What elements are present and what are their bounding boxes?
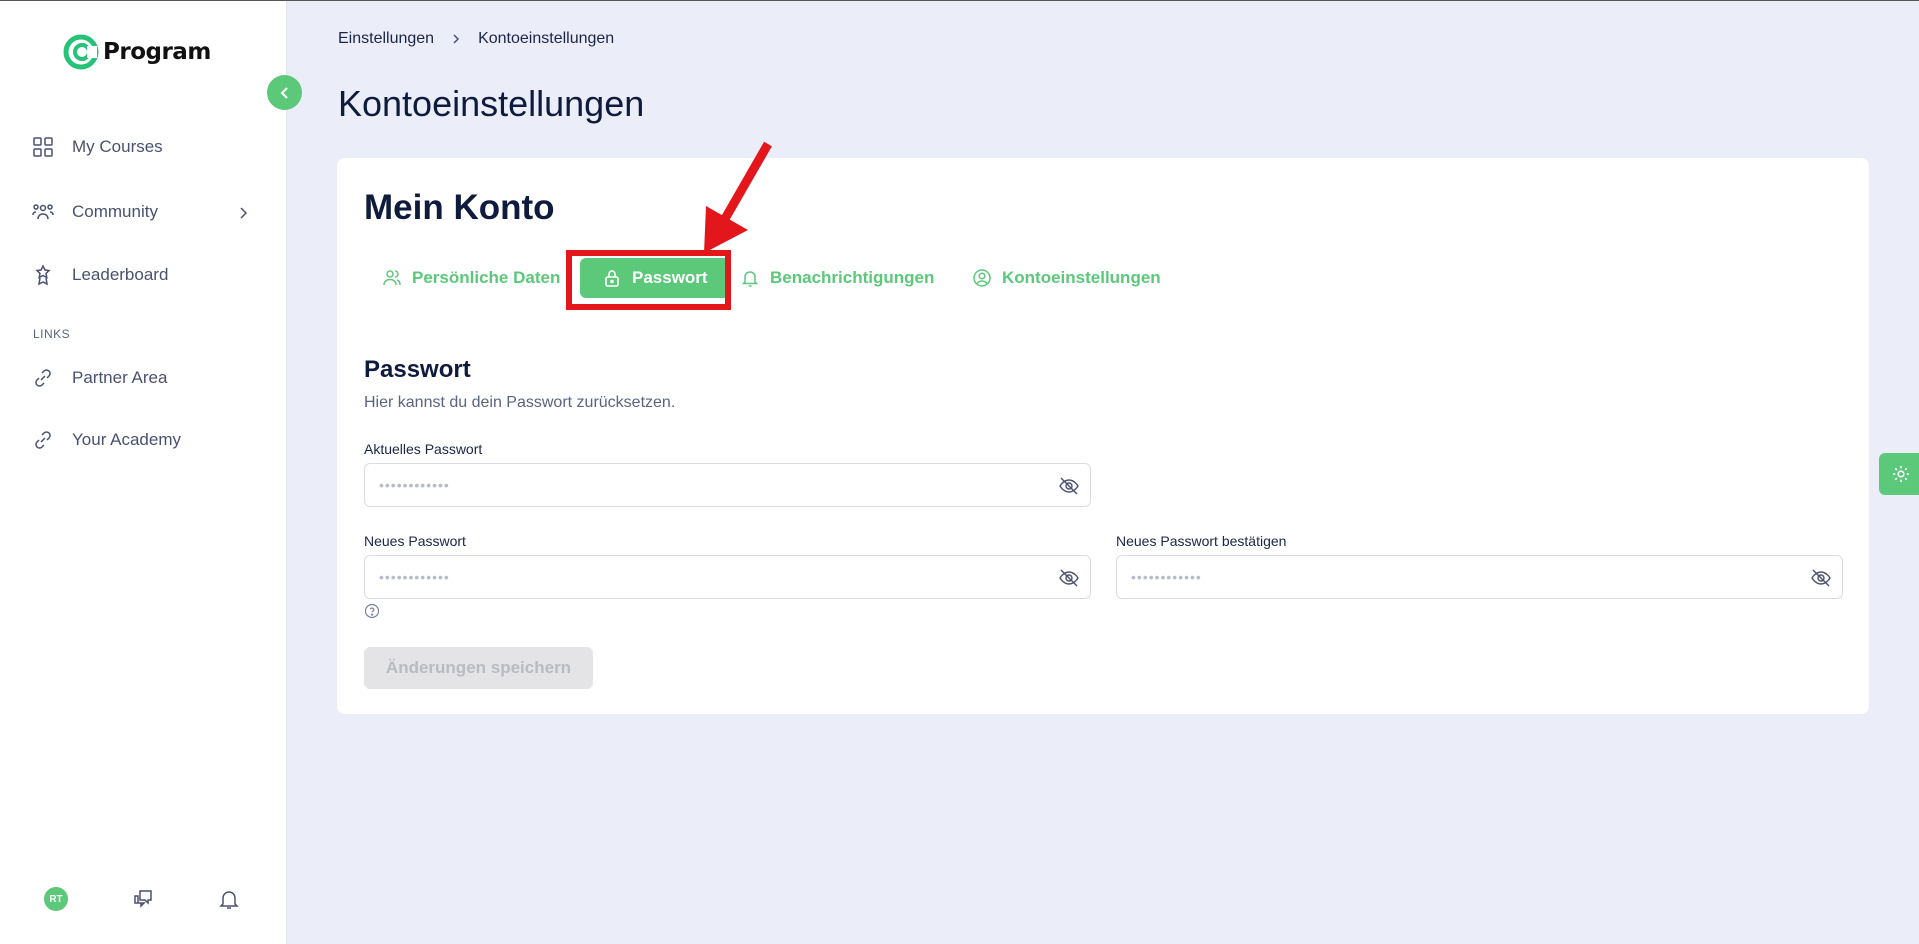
settings-button[interactable] [1879,453,1919,495]
tab-password[interactable]: Passwort [580,258,730,298]
sidebar-item-partner-area[interactable]: Partner Area [32,367,167,389]
sidebar-item-label: Leaderboard [72,265,169,284]
current-password-input[interactable] [365,464,1090,506]
sidebar-item-label: Your Academy [72,430,181,449]
chevron-left-icon [280,86,288,99]
user-icon [383,270,401,286]
account-card: Mein Konto Persönliche Daten Passwort Be… [337,158,1869,714]
logo-text: Program [103,39,211,65]
chat-icon[interactable] [131,887,155,911]
bell-icon [741,271,759,287]
tab-label: Benachrichtigungen [770,268,935,287]
avatar[interactable]: RT [44,887,68,911]
link-icon [35,431,51,449]
breadcrumb-current: Kontoeinstellungen [478,30,615,47]
tab-notifications[interactable]: Benachrichtigungen [740,258,934,298]
user-circle-icon [973,269,991,287]
tab-personal-data[interactable]: Persönliche Daten [382,258,560,298]
sidebar-item-label: Community [72,202,158,221]
tab-bar: Persönliche Daten Passwort Benachrichtig… [337,258,1869,306]
bell-icon[interactable] [217,887,241,911]
new-password-field [364,555,1091,599]
sidebar-item-label: Partner Area [72,368,168,387]
new-password-input[interactable] [365,556,1090,598]
sidebar-item-label: My Courses [72,137,163,156]
gear-icon [1893,466,1909,482]
page-title: Kontoeinstellungen [338,83,645,124]
confirm-password-input[interactable] [1117,556,1842,598]
current-password-field [364,463,1091,507]
people-icon [32,204,54,220]
app-logo[interactable]: Program [63,34,211,70]
sidebar-item-community[interactable]: Community [32,201,158,223]
eye-off-icon[interactable] [1058,475,1080,497]
logo-icon [63,34,99,70]
help-icon[interactable] [364,603,380,619]
save-changes-button[interactable]: Änderungen speichern [364,647,593,689]
sidebar-item-leaderboard[interactable]: Leaderboard [32,264,168,286]
card-title: Mein Konto [364,188,555,227]
chevron-right-icon [453,34,460,44]
sidebar-footer: RT [0,887,287,911]
eye-off-icon[interactable] [1810,567,1832,589]
breadcrumb-parent[interactable]: Einstellungen [338,30,434,48]
breadcrumb: Einstellungen Kontoeinstellungen [338,30,614,48]
sidebar: Program My Courses Community Leaderboard… [0,1,287,944]
section-title: Passwort [364,356,471,383]
section-description: Hier kannst du dein Passwort zurücksetze… [364,394,676,411]
sidebar-section-label: LINKS [33,327,71,341]
link-icon [35,369,51,387]
tab-label: Passwort [632,268,708,287]
new-password-label: Neues Passwort [364,533,466,549]
trophy-icon [35,264,51,286]
tab-account-settings[interactable]: Kontoeinstellungen [972,258,1161,298]
tab-label: Kontoeinstellungen [1002,268,1161,287]
lock-icon [605,270,619,287]
grid-icon [33,137,53,157]
sidebar-item-my-courses[interactable]: My Courses [32,136,163,158]
eye-off-icon[interactable] [1058,567,1080,589]
confirm-password-label: Neues Passwort bestätigen [1116,533,1287,549]
collapse-sidebar-button[interactable] [267,75,302,110]
chevron-right-icon[interactable] [236,206,250,220]
current-password-label: Aktuelles Passwort [364,441,483,457]
tab-label: Persönliche Daten [412,268,561,287]
confirm-password-field [1116,555,1843,599]
sidebar-item-your-academy[interactable]: Your Academy [32,429,181,451]
